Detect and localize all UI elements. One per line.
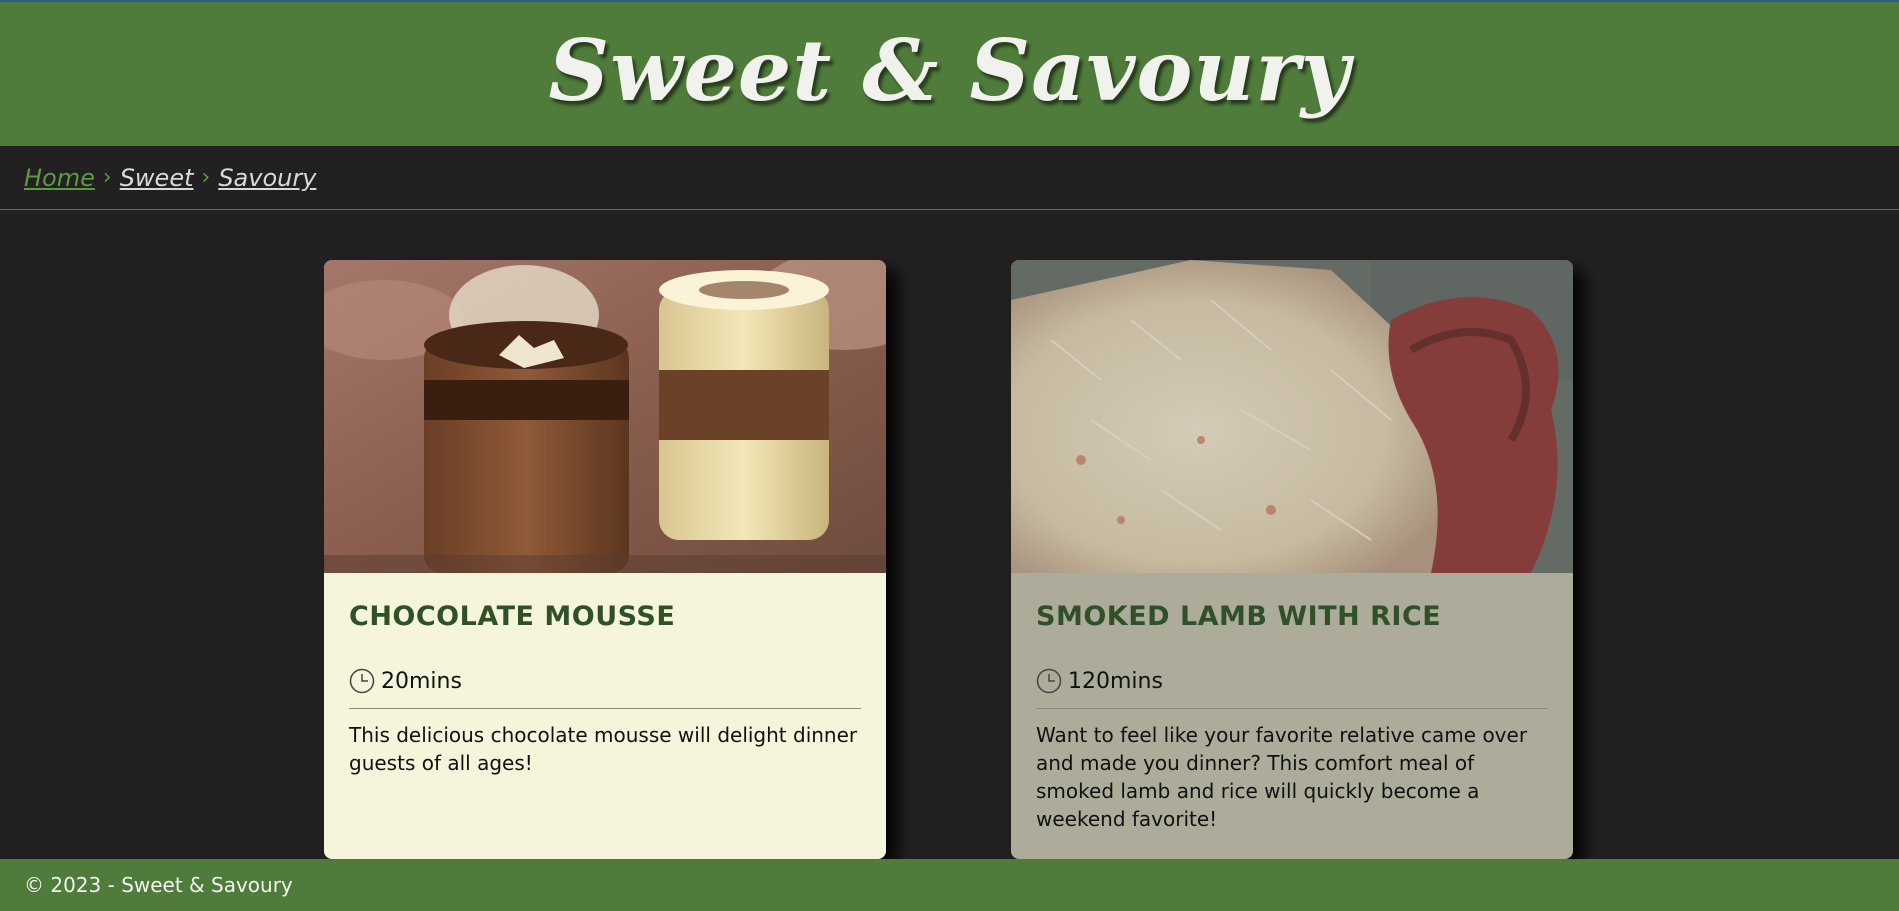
breadcrumb-separator: › bbox=[102, 165, 112, 190]
card-body: CHOCOLATE MOUSSE 20mins This delicious c… bbox=[324, 573, 886, 777]
recipe-time-value: 20mins bbox=[381, 668, 462, 694]
recipe-title[interactable]: SMOKED LAMB WITH RICE bbox=[1036, 601, 1548, 632]
page: Sweet & Savoury Home › Sweet › Savoury C… bbox=[0, 0, 1899, 911]
recipe-description: This delicious chocolate mousse will del… bbox=[349, 723, 858, 775]
card-body: SMOKED LAMB WITH RICE 120mins Want to fe… bbox=[1011, 573, 1573, 833]
recipe-card-smoked-lamb[interactable]: SMOKED LAMB WITH RICE 120mins Want to fe… bbox=[1011, 260, 1573, 859]
chocolate-mousse-photo bbox=[324, 260, 886, 573]
site-footer: © 2023 - Sweet & Savoury bbox=[0, 859, 1899, 911]
copyright-text: © 2023 - Sweet & Savoury bbox=[24, 873, 293, 897]
breadcrumb-home-link[interactable]: Home bbox=[24, 164, 95, 192]
recipe-time: 120mins bbox=[1036, 668, 1548, 709]
recipe-time: 20mins bbox=[349, 668, 861, 709]
breadcrumb: Home › Sweet › Savoury bbox=[0, 146, 1899, 210]
breadcrumb-separator: › bbox=[201, 165, 211, 190]
breadcrumb-savoury-link[interactable]: Savoury bbox=[218, 164, 316, 192]
breadcrumb-sweet-link[interactable]: Sweet bbox=[120, 164, 194, 192]
site-title: Sweet & Savoury bbox=[548, 20, 1351, 120]
recipe-description: Want to feel like your favorite relative… bbox=[1036, 723, 1528, 831]
recipe-card-chocolate-mousse[interactable]: CHOCOLATE MOUSSE 20mins This delicious c… bbox=[324, 260, 886, 859]
clock-icon bbox=[1036, 668, 1062, 694]
recipe-title[interactable]: CHOCOLATE MOUSSE bbox=[349, 601, 861, 632]
recipe-time-value: 120mins bbox=[1068, 668, 1163, 694]
clock-icon bbox=[349, 668, 375, 694]
site-header: Sweet & Savoury bbox=[0, 0, 1899, 146]
smoked-lamb-rice-photo bbox=[1011, 260, 1573, 573]
